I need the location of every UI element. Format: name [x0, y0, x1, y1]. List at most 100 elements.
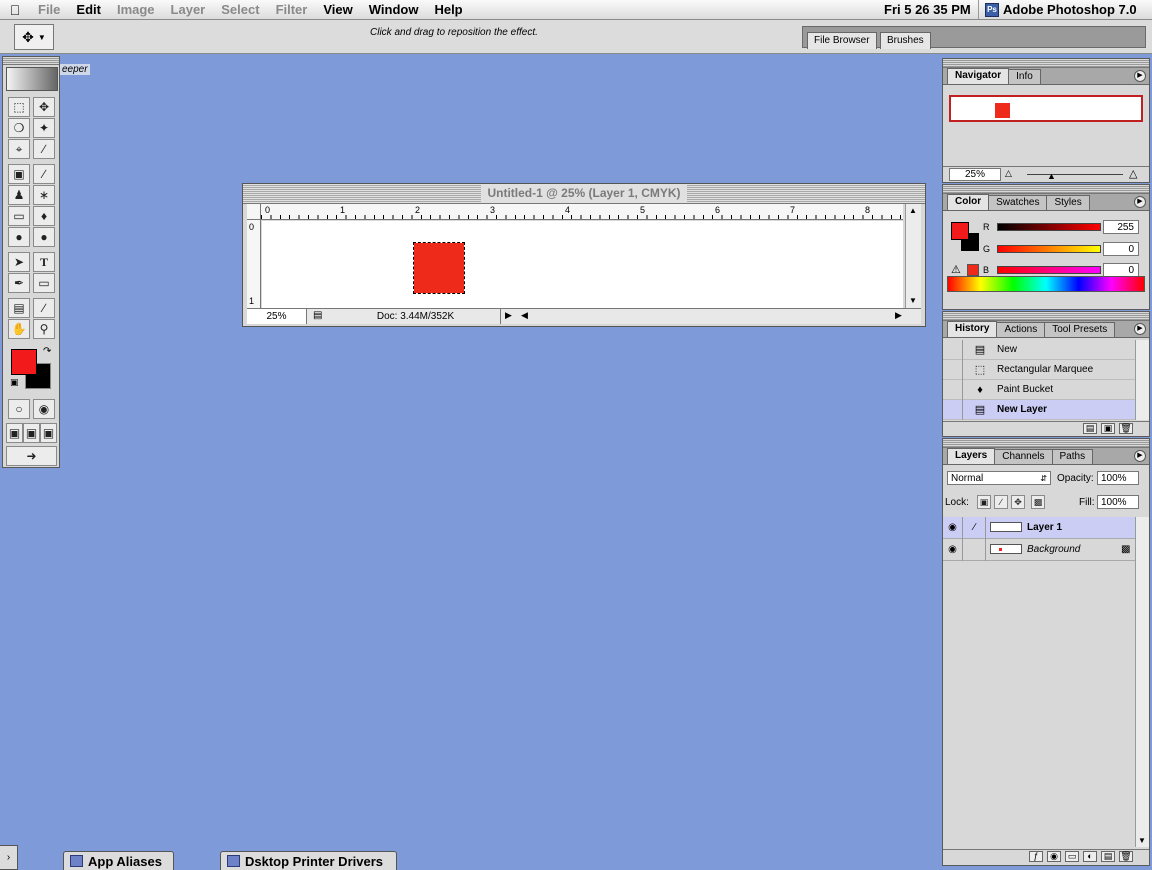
lock-transparency-icon[interactable]: ▣ [977, 495, 991, 509]
red-square-selection[interactable] [413, 242, 465, 294]
menu-layer[interactable]: Layer [163, 2, 214, 17]
eye-icon[interactable]: ◉ [943, 517, 963, 539]
document-titlebar[interactable]: Untitled-1 @ 25% (Layer 1, CMYK) [243, 184, 925, 204]
zoom-in-icon[interactable]: △ [1129, 167, 1137, 180]
menu-file[interactable]: File [30, 2, 68, 17]
green-value-field[interactable]: 0 [1103, 242, 1139, 256]
tab-info[interactable]: Info [1008, 69, 1041, 84]
menu-window[interactable]: Window [361, 2, 427, 17]
gamut-color-swatch[interactable] [967, 264, 979, 276]
dock-tab-app-aliases[interactable]: App Aliases [63, 851, 174, 870]
history-brush-source[interactable] [943, 339, 963, 360]
control-strip-tab[interactable]: › [0, 845, 18, 870]
application-menu[interactable]: Ps Adobe Photoshop 7.0 [978, 0, 1152, 19]
layer-row[interactable]: ◉ ∕ Layer 1 [943, 517, 1135, 539]
red-slider-bar[interactable] [997, 223, 1101, 231]
brush-tool-icon[interactable]: ∕ [33, 164, 55, 184]
palette-grip[interactable] [943, 312, 1149, 321]
palette-grip[interactable] [943, 185, 1149, 194]
zoom-slider-thumb-icon[interactable]: ▲ [1047, 171, 1056, 181]
tool-preset-picker[interactable]: ✥ ▼ [14, 24, 54, 50]
apple-icon[interactable]:  [0, 2, 30, 18]
lock-pixels-icon[interactable]: ∕ [994, 495, 1008, 509]
palette-menu-icon[interactable]: ▶ [1134, 450, 1146, 462]
eye-icon[interactable]: ◉ [943, 539, 963, 561]
lock-all-icon[interactable]: ▩ [1031, 495, 1045, 509]
standard-mode-icon[interactable]: ○ [8, 399, 30, 419]
opacity-field[interactable]: 100% [1097, 471, 1139, 485]
tab-tool-presets[interactable]: Tool Presets [1044, 322, 1116, 337]
zoom-out-icon[interactable]: △ [1005, 168, 1012, 179]
color-slider-blue[interactable]: B 0 [983, 263, 1139, 277]
history-state-current[interactable]: ▤ New Layer [943, 399, 1135, 420]
full-screen-mode-icon[interactable]: ▣ [40, 423, 57, 443]
crop-tool-icon[interactable]: ⌖ [8, 139, 30, 159]
color-slider-green[interactable]: G 0 [983, 242, 1139, 256]
blue-value-field[interactable]: 0 [1103, 263, 1139, 277]
pen-tool-icon[interactable]: ✒ [8, 273, 30, 293]
photoshop-eye-icon[interactable] [6, 67, 58, 91]
lock-position-icon[interactable]: ✥ [1011, 495, 1025, 509]
path-selection-tool-icon[interactable]: ➤ [8, 252, 30, 272]
new-document-from-state-icon[interactable]: ▤ [1083, 423, 1097, 434]
quick-mask-mode-icon[interactable]: ◉ [33, 399, 55, 419]
zoom-tool-icon[interactable]: ⚲ [33, 319, 55, 339]
tab-history[interactable]: History [947, 321, 998, 337]
scroll-right-icon[interactable]: ▶ [895, 310, 902, 321]
swap-colors-icon[interactable]: ↷ [43, 346, 51, 357]
layers-scrollbar[interactable]: ▼ [1135, 517, 1149, 847]
color-slider-red[interactable]: R 255 [983, 220, 1139, 234]
navigator-thumbnail[interactable] [949, 95, 1143, 122]
slice-tool-icon[interactable]: ∕ [33, 139, 55, 159]
well-tab-file-browser[interactable]: File Browser [807, 32, 877, 49]
scroll-down-icon[interactable]: ▼ [909, 296, 917, 305]
history-state[interactable]: ▤ New [943, 339, 1135, 360]
new-snapshot-icon[interactable]: ▣ [1101, 423, 1115, 434]
palette-menu-icon[interactable]: ▶ [1134, 323, 1146, 335]
eyedropper-tool-icon[interactable]: ∕ [33, 298, 55, 318]
navigator-zoom-field[interactable]: 25% [949, 168, 1001, 181]
lasso-tool-icon[interactable]: ❍ [8, 118, 30, 138]
layer-style-icon[interactable]: ƒ [1029, 851, 1043, 862]
dock-tab-printer-drivers[interactable]: Dsktop Printer Drivers [220, 851, 397, 870]
history-brush-tool-icon[interactable]: ∗ [33, 185, 55, 205]
document-size-info[interactable]: Doc: 3.44M/352K [331, 309, 501, 324]
history-state[interactable]: ♦ Paint Bucket [943, 379, 1135, 400]
horizontal-ruler[interactable]: 0 1 2 3 4 5 6 7 8 [261, 204, 903, 220]
tab-actions[interactable]: Actions [996, 322, 1046, 337]
zoom-slider[interactable] [1027, 174, 1123, 175]
tab-layers[interactable]: Layers [947, 448, 996, 464]
menu-filter[interactable]: Filter [268, 2, 316, 17]
menu-image[interactable]: Image [109, 2, 163, 17]
standard-screen-mode-icon[interactable]: ▣ [6, 423, 23, 443]
document-zoom-field[interactable]: 25% [247, 309, 307, 324]
menu-clock[interactable]: Fri 5 26 35 PM [884, 2, 971, 17]
blur-tool-icon[interactable]: ● [8, 227, 30, 247]
foreground-color-swatch[interactable] [11, 349, 37, 375]
fill-field[interactable]: 100% [1097, 495, 1139, 509]
menu-help[interactable]: Help [426, 2, 470, 17]
toolbox-titlebar[interactable] [3, 57, 59, 65]
tab-swatches[interactable]: Swatches [988, 195, 1048, 210]
trash-icon[interactable]: 🗑 [1119, 851, 1133, 862]
paint-bucket-tool-icon[interactable]: ♦ [33, 206, 55, 226]
new-layer-set-icon[interactable]: ▭ [1065, 851, 1079, 862]
document-vertical-scrollbar[interactable]: ▲ ▼ [905, 204, 921, 308]
jump-to-imageready-icon[interactable]: ➜ [6, 446, 57, 466]
blue-slider-bar[interactable] [997, 266, 1101, 274]
tab-color[interactable]: Color [947, 194, 990, 210]
tab-navigator[interactable]: Navigator [947, 68, 1010, 84]
rectangle-tool-icon[interactable]: ▭ [33, 273, 55, 293]
tab-styles[interactable]: Styles [1046, 195, 1090, 210]
clone-stamp-tool-icon[interactable]: ♟ [8, 185, 30, 205]
scroll-down-icon[interactable]: ▼ [1138, 836, 1146, 845]
menu-edit[interactable]: Edit [68, 2, 109, 17]
document-icon[interactable]: ▤ [313, 310, 322, 321]
gamut-warning-icon[interactable]: ⚠ [951, 263, 961, 276]
marquee-tool-icon[interactable]: ⬚ [8, 97, 30, 117]
tab-channels[interactable]: Channels [994, 449, 1053, 464]
palette-menu-icon[interactable]: ▶ [1134, 70, 1146, 82]
color-ramp[interactable] [947, 276, 1145, 292]
type-tool-icon[interactable]: T [33, 252, 55, 272]
full-screen-menu-mode-icon[interactable]: ▣ [23, 423, 40, 443]
